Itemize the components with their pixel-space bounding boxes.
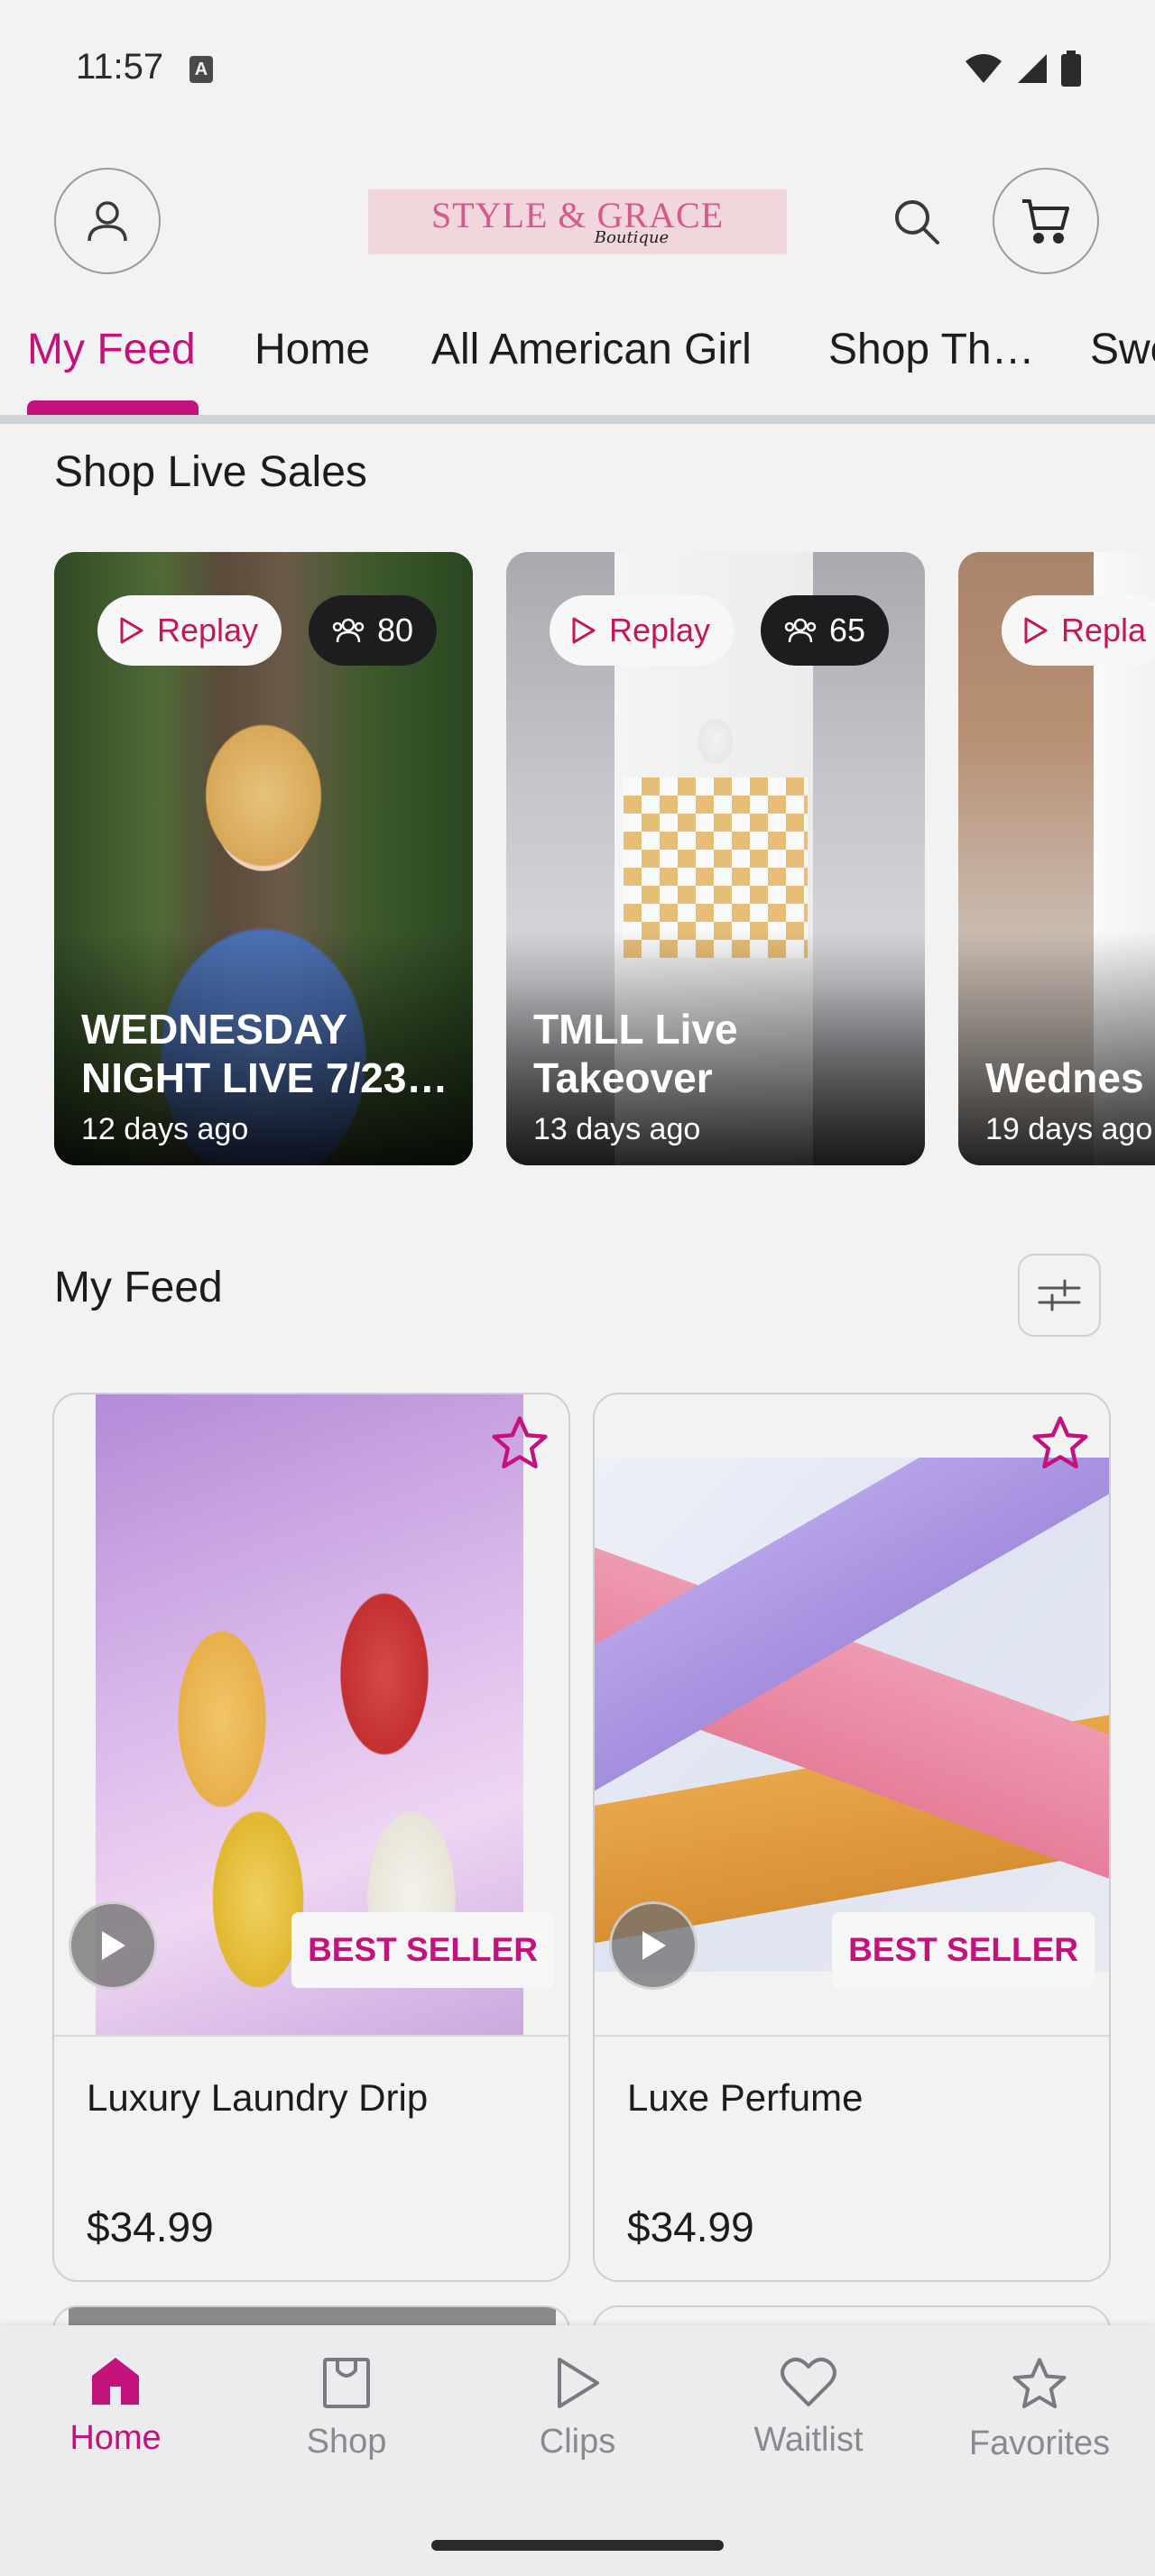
- video-play-button[interactable]: [609, 1901, 698, 1990]
- live-card[interactable]: Replay 80 WEDNESDAY NIGHT LIVE 7/23… 12 …: [54, 552, 473, 1165]
- nav-waitlist-label: Waitlist: [753, 2421, 864, 2459]
- play-outline-icon: [120, 617, 143, 644]
- nav-favorites-label: Favorites: [968, 2424, 1111, 2462]
- nav-home[interactable]: Home: [25, 2356, 206, 2458]
- shopping-bag-icon: [323, 2358, 370, 2408]
- play-outline-icon: [572, 617, 596, 644]
- gesture-home-indicator[interactable]: [431, 2540, 724, 2551]
- nav-home-label: Home: [69, 2419, 162, 2457]
- live-sales-title: Shop Live Sales: [54, 448, 367, 496]
- play-icon: [642, 1931, 666, 1960]
- store-logo[interactable]: STYLE & GRACE Boutique: [368, 189, 787, 254]
- logo-sub-text: Boutique: [594, 228, 670, 247]
- product-card[interactable]: BEST SELLER Luxe Perfume $34.99: [593, 1393, 1111, 2282]
- favorite-button[interactable]: [485, 1409, 554, 1477]
- replay-label: Repla: [1061, 612, 1147, 649]
- search-icon: [895, 200, 939, 244]
- nav-clips[interactable]: Clips: [487, 2356, 668, 2461]
- live-card[interactable]: Replay 65 TMLL Live Takeover 13 days ago: [506, 552, 925, 1165]
- viewers-count: 65: [829, 612, 866, 649]
- profile-button[interactable]: [54, 168, 161, 274]
- status-bar: 11:57 A: [0, 0, 1155, 135]
- replay-pill[interactable]: Replay: [550, 595, 735, 666]
- viewers-pill: 65: [761, 595, 890, 666]
- favorite-button[interactable]: [1026, 1409, 1095, 1477]
- product-name: Luxe Perfume: [627, 2076, 864, 2119]
- live-sales-carousel[interactable]: Replay 80 WEDNESDAY NIGHT LIVE 7/23… 12 …: [0, 552, 1155, 1165]
- replay-pill[interactable]: Repla: [1002, 595, 1155, 666]
- viewers-icon: [784, 618, 817, 643]
- product-photo-luxe-perfume: [595, 1458, 1109, 1972]
- status-time: 11:57: [76, 47, 164, 87]
- cart-button[interactable]: [993, 168, 1099, 274]
- star-icon: [1012, 2358, 1067, 2409]
- nav-shop-label: Shop: [306, 2423, 387, 2461]
- live-card-title: TMLL Live Takeover: [533, 1006, 738, 1101]
- tab-swe[interactable]: Swe: [1090, 325, 1155, 374]
- battery-icon: [1061, 51, 1081, 87]
- tab-my-feed[interactable]: My Feed: [27, 325, 196, 374]
- product-name: Luxury Laundry Drip: [87, 2076, 429, 2119]
- filter-button[interactable]: [1018, 1254, 1101, 1337]
- product-card[interactable]: BEST SELLER Luxury Laundry Drip $34.99: [52, 1393, 570, 2282]
- nav-favorites[interactable]: Favorites: [949, 2356, 1130, 2463]
- signal-icon: [1018, 54, 1047, 83]
- tab-home[interactable]: Home: [254, 325, 370, 374]
- viewers-count: 80: [377, 612, 414, 649]
- best-seller-badge: BEST SELLER: [291, 1912, 554, 1988]
- my-feed-title: My Feed: [54, 1264, 223, 1311]
- wifi-icon: [966, 54, 1002, 83]
- live-card[interactable]: Repla Wednes Live 7/16 19 days ago: [958, 552, 1155, 1165]
- video-play-button[interactable]: [69, 1901, 157, 1990]
- nav-shop[interactable]: Shop: [256, 2356, 437, 2461]
- logo-main-text: STYLE & GRACE: [430, 195, 725, 235]
- replay-pill[interactable]: Replay: [97, 595, 282, 666]
- live-card-title: WEDNESDAY NIGHT LIVE 7/23…: [81, 1006, 448, 1101]
- play-icon: [102, 1931, 125, 1960]
- nav-waitlist[interactable]: Waitlist: [718, 2356, 899, 2460]
- category-tabs: My Feed Home All American Girl Shop Th… …: [0, 307, 1155, 424]
- live-card-date: 19 days ago: [985, 1112, 1153, 1146]
- home-icon: [92, 2358, 139, 2405]
- cart-icon: [1022, 199, 1069, 244]
- tab-all-american-girl[interactable]: All American Girl: [431, 325, 752, 374]
- active-tab-indicator: [27, 400, 199, 415]
- bottom-navigation: Home Shop Clips Waitlist Favorites: [0, 2325, 1155, 2576]
- nav-clips-label: Clips: [539, 2423, 616, 2461]
- sliders-icon: [1038, 1279, 1081, 1311]
- viewers-icon: [332, 618, 365, 643]
- play-outline-icon: [1024, 617, 1048, 644]
- app-header: STYLE & GRACE Boutique: [0, 162, 1155, 280]
- best-seller-badge: BEST SELLER: [832, 1912, 1095, 1988]
- product-price: $34.99: [87, 2203, 214, 2250]
- live-card-date: 12 days ago: [81, 1112, 249, 1146]
- profile-icon: [88, 201, 127, 242]
- viewers-pill: 80: [309, 595, 438, 666]
- replay-label: Replay: [609, 612, 711, 649]
- status-icons: [964, 51, 1081, 87]
- replay-label: Replay: [157, 612, 259, 649]
- product-price: $34.99: [627, 2203, 754, 2250]
- star-outline-icon: [492, 1416, 548, 1469]
- live-card-title: Wednes Live 7/16: [985, 1054, 1155, 1101]
- play-icon: [558, 2358, 599, 2408]
- live-card-date: 13 days ago: [533, 1112, 701, 1146]
- search-button[interactable]: [884, 189, 947, 253]
- notification-a-icon: A: [189, 56, 213, 83]
- star-outline-icon: [1032, 1416, 1088, 1469]
- tab-shop-th[interactable]: Shop Th…: [828, 325, 1035, 374]
- heart-icon: [781, 2357, 836, 2406]
